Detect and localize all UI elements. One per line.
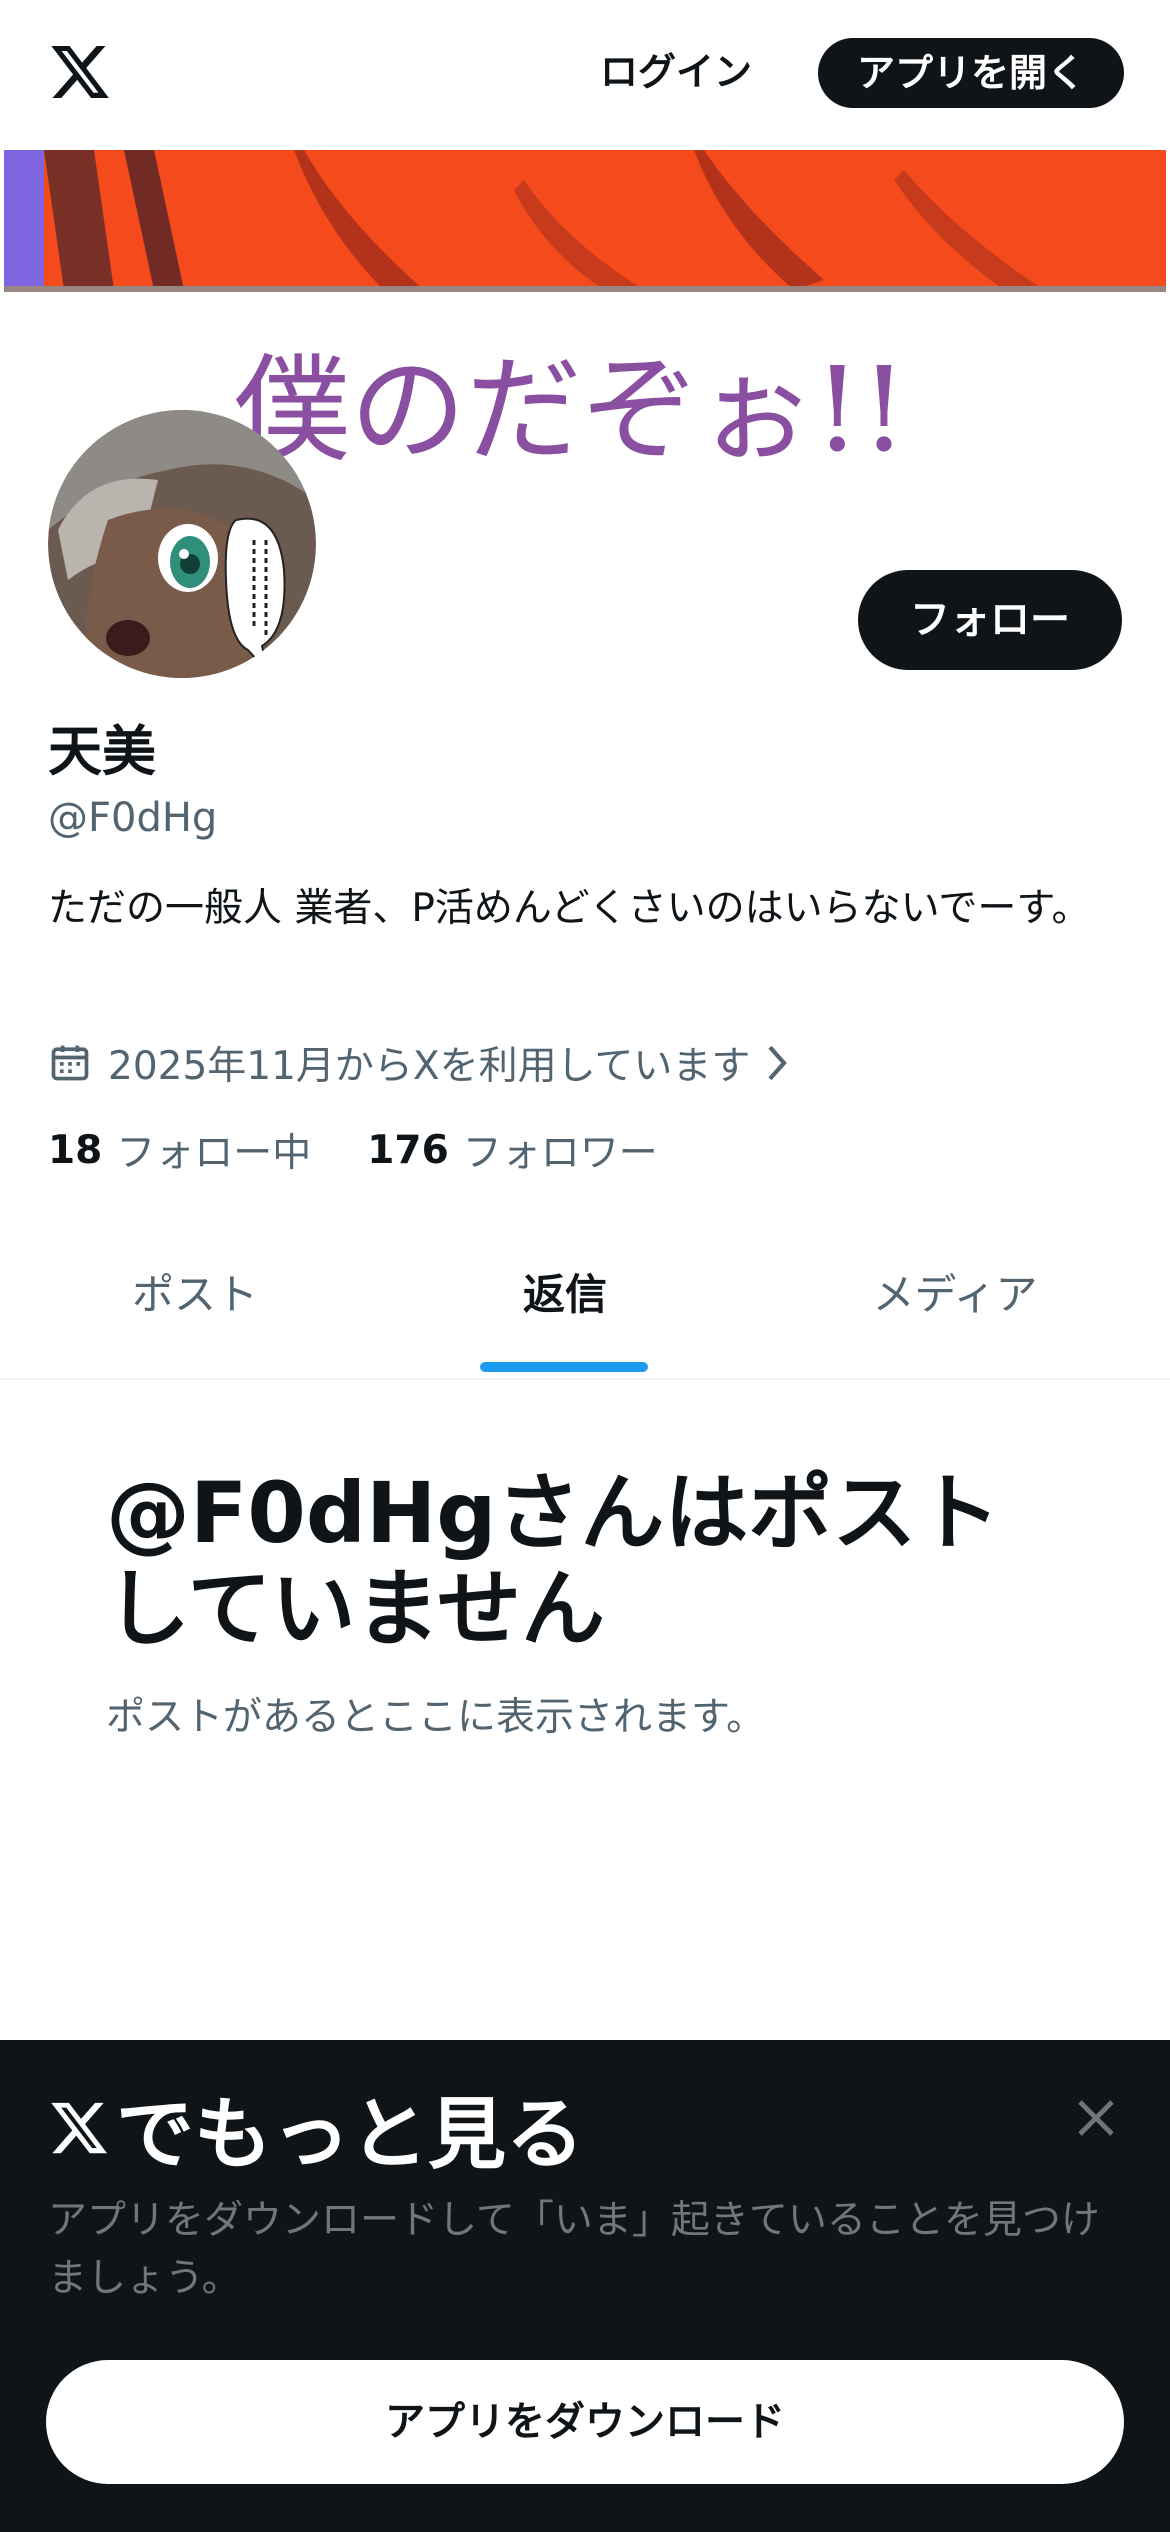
- sheet-title-text: でもっと見る: [116, 2090, 585, 2180]
- following-link[interactable]: 18 フォロー中: [48, 1122, 311, 1178]
- follow-button[interactable]: フォロー: [858, 570, 1122, 670]
- empty-state-title: @F0dHgさんはポストしていません: [106, 1464, 1001, 1658]
- followers-link[interactable]: 176 フォロワー: [367, 1122, 657, 1178]
- user-handle: @F0dHg: [48, 795, 218, 841]
- followers-label: フォロワー: [462, 1131, 658, 1176]
- x-logo-icon: [51, 2102, 107, 2154]
- joined-date[interactable]: 2025年11月からXを利用しています: [48, 1032, 792, 1094]
- empty-state-subtitle: ポストがあるとここに表示されます。: [106, 1695, 766, 1740]
- joined-label: 2025年11月からXを利用しています: [108, 1044, 751, 1089]
- calendar-icon: [51, 1045, 89, 1081]
- login-link[interactable]: ログイン: [600, 42, 752, 102]
- profile-bio: ただの一般人 業者、P活めんどくさいのはいらないでーす。: [48, 886, 1091, 931]
- download-app-button[interactable]: アプリをダウンロード: [46, 2360, 1124, 2484]
- following-count: 18: [48, 1127, 103, 1173]
- banner-text: 僕のだぞぉ!!: [234, 343, 907, 478]
- followers-count: 176: [367, 1127, 449, 1173]
- x-logo-icon[interactable]: [48, 40, 112, 104]
- profile-avatar[interactable]: [48, 410, 316, 678]
- sheet-description: アプリをダウンロードして「いま」起きていることを見つけましょう。: [48, 2198, 1100, 2301]
- close-icon[interactable]: [1072, 2094, 1120, 2142]
- follow-stats: 18 フォロー中 176 フォロワー: [48, 1122, 714, 1178]
- open-app-button[interactable]: アプリを開く: [818, 38, 1124, 108]
- tab-media[interactable]: メディア: [760, 1230, 1150, 1370]
- following-label: フォロー中: [116, 1131, 312, 1176]
- sheet-title: でもっと見る: [48, 2078, 584, 2180]
- tab-replies[interactable]: 返信: [370, 1230, 760, 1370]
- chevron-right-icon: [768, 1045, 788, 1081]
- tab-posts[interactable]: ポスト: [0, 1230, 390, 1370]
- top-bar: ログイン アプリを開く: [0, 0, 1170, 150]
- active-tab-indicator: [480, 1362, 648, 1372]
- display-name: 天美: [48, 720, 156, 783]
- profile-tabs: ポスト 返信 メディア: [0, 1230, 1170, 1380]
